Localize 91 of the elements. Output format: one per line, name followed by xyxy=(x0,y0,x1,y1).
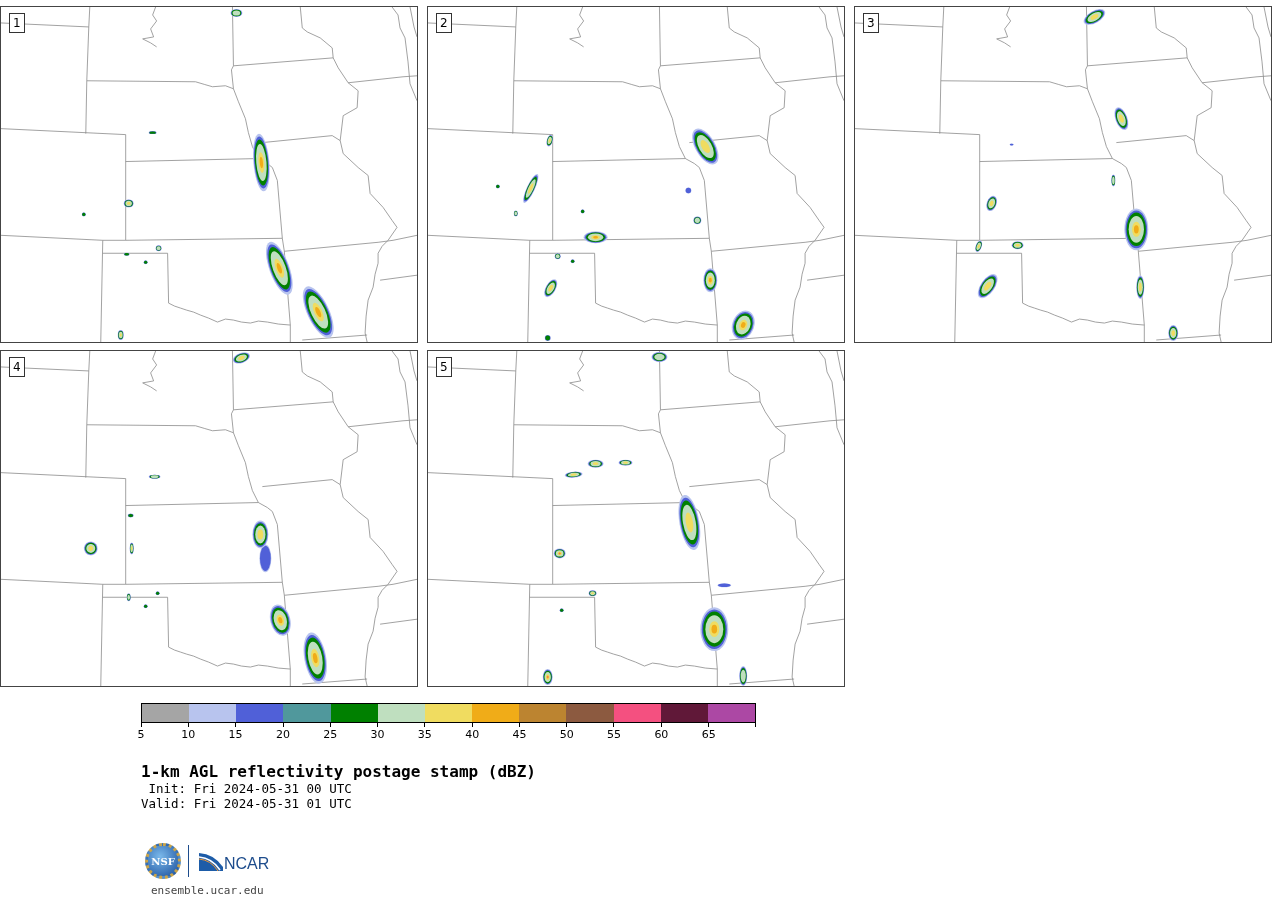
tick-label: 10 xyxy=(181,728,196,741)
radar-echo xyxy=(1114,107,1129,131)
radar-echo xyxy=(127,513,134,518)
radar-echo xyxy=(1111,174,1116,187)
radar-echo xyxy=(739,666,748,686)
radar-echo xyxy=(731,310,755,340)
radar-echo xyxy=(700,607,729,652)
radar-echo xyxy=(83,541,98,556)
radar-echo xyxy=(685,187,692,194)
valid-time: Valid: Fri 2024-05-31 01 UTC xyxy=(141,796,352,811)
panel-label: 2 xyxy=(436,13,452,33)
tick-label: 55 xyxy=(607,728,622,741)
radar-echo xyxy=(155,591,160,596)
website-url: ensemble.ucar.edu xyxy=(151,884,264,897)
radar-echo xyxy=(523,173,539,203)
radar-echo xyxy=(986,195,998,212)
tick-label: 50 xyxy=(559,728,574,741)
lake-outline xyxy=(569,351,585,392)
radar-echo xyxy=(583,231,608,244)
tick-label: 30 xyxy=(370,728,385,741)
radar-echo xyxy=(126,593,131,602)
radar-echo xyxy=(123,252,130,256)
radar-echo xyxy=(1136,275,1145,300)
radar-echo xyxy=(513,210,518,217)
lake-outline xyxy=(142,351,158,392)
nsf-logo: NSF xyxy=(145,843,181,879)
tick-label: 5 xyxy=(137,728,145,741)
radar-echo xyxy=(232,352,250,364)
radar-echo xyxy=(588,590,597,597)
radar-echo xyxy=(544,279,558,298)
radar-echo xyxy=(1083,9,1106,25)
radar-echo xyxy=(148,131,157,135)
tick-label: 15 xyxy=(228,728,243,741)
radar-echo xyxy=(303,632,327,684)
radar-echo xyxy=(81,212,86,217)
tick-label: 65 xyxy=(701,728,716,741)
radar-echo xyxy=(252,520,269,549)
chart-title: 1-km AGL reflectivity postage stamp (dBZ) xyxy=(141,763,536,781)
radar-echo xyxy=(1011,241,1024,250)
lake-outline xyxy=(996,7,1012,48)
radar-echo xyxy=(544,335,551,341)
radar-echo xyxy=(253,133,270,192)
radar-echo xyxy=(259,544,272,573)
ncar-logo-text: NCAR xyxy=(224,856,270,872)
tick-label: 20 xyxy=(275,728,290,741)
panel-label: 1 xyxy=(9,13,25,33)
radar-echo xyxy=(230,9,243,17)
tick-label: 60 xyxy=(654,728,669,741)
radar-echo xyxy=(129,542,134,555)
radar-echo xyxy=(692,128,719,165)
radar-echo xyxy=(1124,208,1149,251)
tick-label: 40 xyxy=(465,728,480,741)
radar-echo xyxy=(693,216,702,225)
radar-echo xyxy=(618,459,633,466)
radar-echo xyxy=(143,260,148,265)
radar-echo xyxy=(564,471,583,478)
radar-echo xyxy=(554,253,561,260)
radar-echo xyxy=(542,669,553,685)
panel-label: 5 xyxy=(436,357,452,377)
radar-echo xyxy=(123,199,134,208)
radar-echo xyxy=(703,268,718,293)
radar-echo xyxy=(1168,325,1179,341)
swoosh-icon xyxy=(199,851,223,871)
tick-label: 45 xyxy=(512,728,527,741)
radar-echo xyxy=(148,474,161,479)
radar-echo xyxy=(553,548,566,559)
radar-echo xyxy=(1009,143,1014,146)
radar-echo xyxy=(546,134,553,147)
radar-echo xyxy=(717,583,732,588)
radar-echo xyxy=(570,259,575,264)
radar-echo xyxy=(155,245,162,252)
radar-echo xyxy=(651,352,668,362)
lake-outline xyxy=(142,7,158,48)
lake-outline xyxy=(569,7,585,48)
radar-echo xyxy=(495,184,500,189)
radar-echo xyxy=(117,330,124,340)
radar-echo xyxy=(302,286,334,338)
radar-echo xyxy=(975,240,983,252)
radar-echo xyxy=(977,274,998,299)
radar-echo xyxy=(559,608,564,613)
radar-echo xyxy=(580,209,585,214)
radar-echo xyxy=(265,241,293,295)
radar-echo xyxy=(269,604,291,636)
radar-echo xyxy=(678,495,701,550)
init-time: Init: Fri 2024-05-31 00 UTC xyxy=(147,781,352,796)
panel-label: 4 xyxy=(9,357,25,377)
tick-label: 35 xyxy=(417,728,432,741)
radar-echo xyxy=(143,604,148,609)
tick-label: 25 xyxy=(323,728,338,741)
radar-echo xyxy=(587,459,604,468)
panel-label: 3 xyxy=(863,13,879,33)
